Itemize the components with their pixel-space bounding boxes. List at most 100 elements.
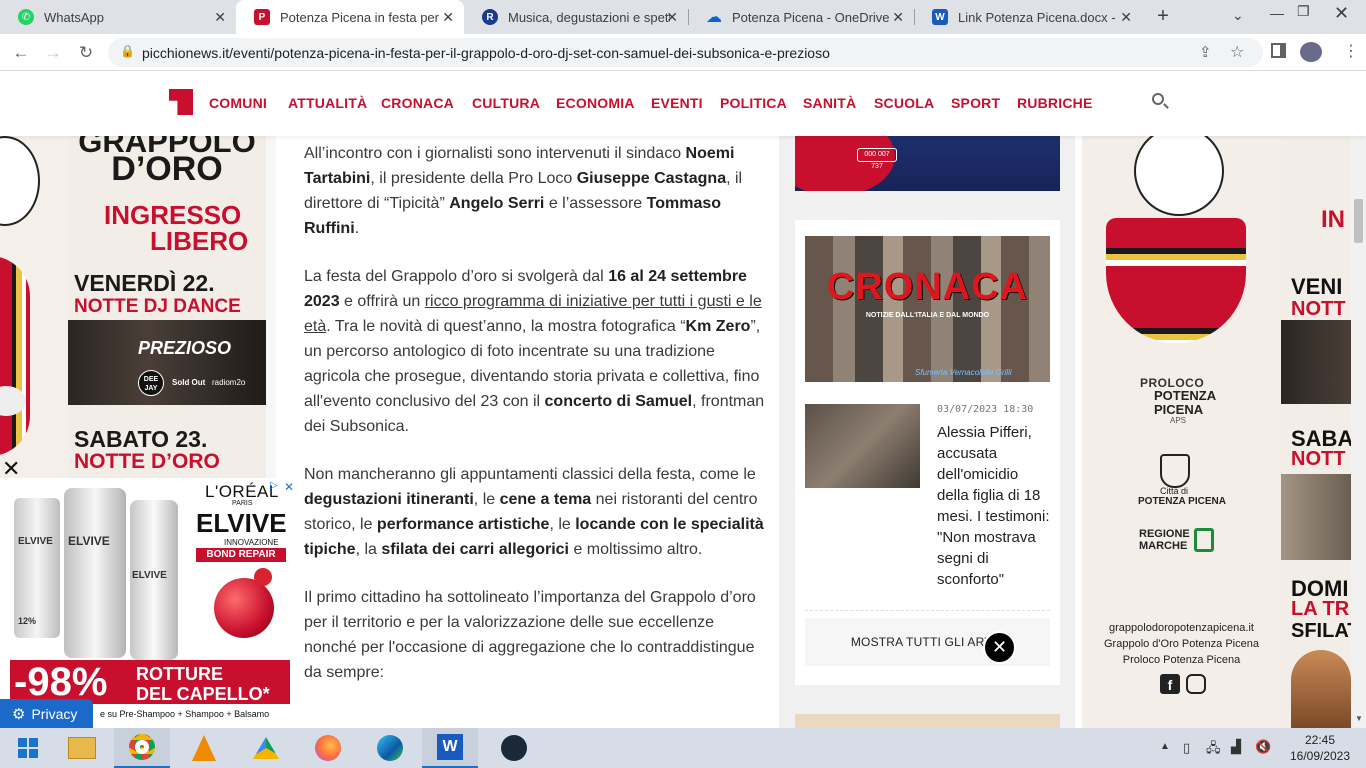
chrome-icon[interactable] <box>114 728 170 768</box>
notte-oro-text: NOTTE D’ORO <box>74 450 220 473</box>
scrollbar-thumb[interactable] <box>1354 199 1363 243</box>
close-tab-icon[interactable]: ✕ <box>442 9 454 26</box>
nav-eventi[interactable]: EVENTI <box>651 95 703 111</box>
file-explorer-icon[interactable] <box>54 728 110 768</box>
scroll-down-icon[interactable]: ▼ <box>1355 714 1363 723</box>
nav-rubriche[interactable]: RUBRICHE <box>1017 95 1093 111</box>
instagram-icon[interactable] <box>1186 674 1206 694</box>
clock-time[interactable]: 22:45 <box>1290 733 1350 747</box>
proloco-aps: APS <box>1170 416 1187 425</box>
new-tab-button[interactable]: + <box>1152 5 1174 27</box>
paragraph-4: Il primo cittadino ha sottolineato l’imp… <box>304 585 770 685</box>
molecule-illustration <box>214 578 274 638</box>
proloco-logo-line3: PICENA <box>1154 402 1204 417</box>
wifi-icon[interactable]: ▟ <box>1231 739 1241 755</box>
costume-illustration <box>0 256 30 456</box>
tab-word[interactable]: W Link Potenza Picena.docx - Mic ✕ <box>914 0 1142 34</box>
text: Il primo cittadino ha sottolineato l’imp… <box>304 589 756 681</box>
tab-whatsapp[interactable]: ✆ WhatsApp ✕ <box>0 0 236 34</box>
picchionews-logo[interactable] <box>169 89 193 115</box>
tray-expand-icon[interactable]: ▲ <box>1160 741 1170 752</box>
tab-title: WhatsApp <box>44 9 104 25</box>
tab-picchionews[interactable]: P Potenza Picena in festa per il G ✕ <box>236 0 464 34</box>
sidebar-next-ad[interactable] <box>795 714 1060 728</box>
restore-icon[interactable]: ❐ <box>1297 3 1310 20</box>
page-scrollbar[interactable]: ▲ ▼ <box>1351 71 1366 728</box>
vlc-icon[interactable] <box>176 728 232 768</box>
address-bar[interactable]: 🔒 picchionews.it/eventi/potenza-picena-i… <box>108 38 1263 67</box>
tab-search-icon[interactable]: ⌄ <box>1232 7 1244 24</box>
proloco-ad[interactable]: PROLOCO POTENZA PICENA APS Città di POTE… <box>1082 136 1281 728</box>
nav-economia[interactable]: ECONOMIA <box>556 95 635 111</box>
nav-scuola[interactable]: SCUOLA <box>874 95 934 111</box>
facebook-icon[interactable]: f <box>1160 674 1180 694</box>
close-overlay-icon[interactable]: ✕ <box>983 631 1016 664</box>
paragraph-3: Non mancheranno gli appuntamenti classic… <box>304 462 770 562</box>
bold-text: Km Zero <box>685 318 751 335</box>
volume-muted-icon[interactable]: 🔇 <box>1255 739 1271 755</box>
cronaca-title: CRONACA <box>826 266 1029 308</box>
loreal-ad[interactable]: ELVIVE 12% ELVIVE ELVIVE L'ORÉAL PARIS E… <box>0 478 300 728</box>
claim-line1: ROTTURE <box>136 664 223 684</box>
profile-avatar[interactable] <box>1300 42 1322 62</box>
gear-icon: ⚙ <box>12 705 26 723</box>
ad-close-icon[interactable]: ✕ <box>284 480 294 494</box>
regione-line2: MARCHE <box>1139 540 1188 552</box>
clock-date[interactable]: 16/09/2023 <box>1286 749 1354 763</box>
tray-icon[interactable]: ▯ <box>1183 740 1190 756</box>
sidebar-top-banner[interactable]: 000 007 737 <box>795 136 1060 191</box>
adchoices-icon[interactable]: ▷ <box>270 480 278 491</box>
menu-icon[interactable]: ⋮ <box>1343 41 1359 61</box>
citta-line1: Città di <box>1160 486 1189 496</box>
bookmark-star-icon[interactable]: ☆ <box>1230 42 1244 62</box>
tab-onedrive[interactable]: ☁ Potenza Picena - OneDrive ✕ <box>688 0 914 34</box>
skin-text: LA TR <box>1291 598 1350 620</box>
nav-attualita[interactable]: ATTUALITÀ <box>288 95 367 111</box>
nav-cronaca[interactable]: CRONACA <box>381 95 454 111</box>
right-skin-ad[interactable]: IN VENI NOTT SABA NOTT DOMI LA TR SFILAT <box>1281 136 1351 728</box>
google-drive-icon[interactable] <box>238 728 294 768</box>
notte-dj-text: NOTTE DJ DANCE <box>74 296 241 317</box>
firefox-icon[interactable] <box>300 728 356 768</box>
dancer-head <box>1134 136 1224 216</box>
minimize-icon[interactable]: — <box>1270 5 1284 21</box>
forward-icon[interactable]: → <box>41 41 65 65</box>
nav-sport[interactable]: SPORT <box>951 95 1000 111</box>
text: . <box>354 220 360 237</box>
skin-text: IN <box>1321 206 1345 233</box>
nav-sanita[interactable]: SANITÀ <box>803 95 856 111</box>
back-icon[interactable]: ← <box>9 41 33 65</box>
grappolo-event-ad[interactable]: GRAPPOLO D’ORO INGRESSO LIBERO VENERDÌ 2… <box>68 136 266 478</box>
cronaca-collage[interactable]: CRONACA NOTIZIE DALL'ITALIA E DAL MONDO … <box>805 236 1050 382</box>
tray-network-icon[interactable]: 🖧 <box>1206 739 1221 761</box>
close-tab-icon[interactable]: ✕ <box>892 9 904 26</box>
reload-icon[interactable]: ↻ <box>74 41 98 65</box>
nav-cultura[interactable]: CULTURA <box>472 95 540 111</box>
close-tab-icon[interactable]: ✕ <box>1120 9 1132 26</box>
cronaca-credit: Sfumerta Vernacolelle Grilli <box>915 368 1012 377</box>
share-icon[interactable]: ⇪ <box>1199 43 1212 61</box>
proloco-logo-line2: POTENZA <box>1154 388 1217 403</box>
text: e moltissimo altro. <box>569 541 703 558</box>
privacy-button[interactable]: ⚙ Privacy <box>0 699 93 728</box>
side-panel-icon[interactable] <box>1271 43 1286 58</box>
nav-politica[interactable]: POLITICA <box>720 95 787 111</box>
nav-comuni[interactable]: COMUNI <box>209 95 267 111</box>
edge-icon[interactable] <box>362 728 418 768</box>
news-thumbnail[interactable] <box>805 404 920 488</box>
tab-title: Link Potenza Picena.docx - Mic <box>958 9 1120 25</box>
word-app-icon[interactable]: W <box>422 728 478 768</box>
bold-text: Giuseppe Castagna <box>576 170 727 187</box>
tab-musica[interactable]: R Musica, degustazioni e spettac ✕ <box>464 0 688 34</box>
search-icon[interactable] <box>1152 93 1164 105</box>
news-title-link[interactable]: Alessia Pifferi, accusata dell'omicidio … <box>937 422 1053 590</box>
steam-icon[interactable] <box>486 728 542 768</box>
cronaca-subtitle: NOTIZIE DALL'ITALIA E DAL MONDO <box>865 312 990 319</box>
close-tab-icon[interactable]: ✕ <box>666 9 678 26</box>
close-tab-icon[interactable]: ✕ <box>214 9 226 26</box>
claim-line2: DEL CAPELLO* <box>136 684 270 704</box>
regione-line1: REGIONE <box>1139 528 1190 540</box>
close-window-icon[interactable]: ✕ <box>1334 3 1349 24</box>
text: Non mancheranno gli appuntamenti classic… <box>304 466 756 483</box>
start-button[interactable] <box>0 728 56 768</box>
